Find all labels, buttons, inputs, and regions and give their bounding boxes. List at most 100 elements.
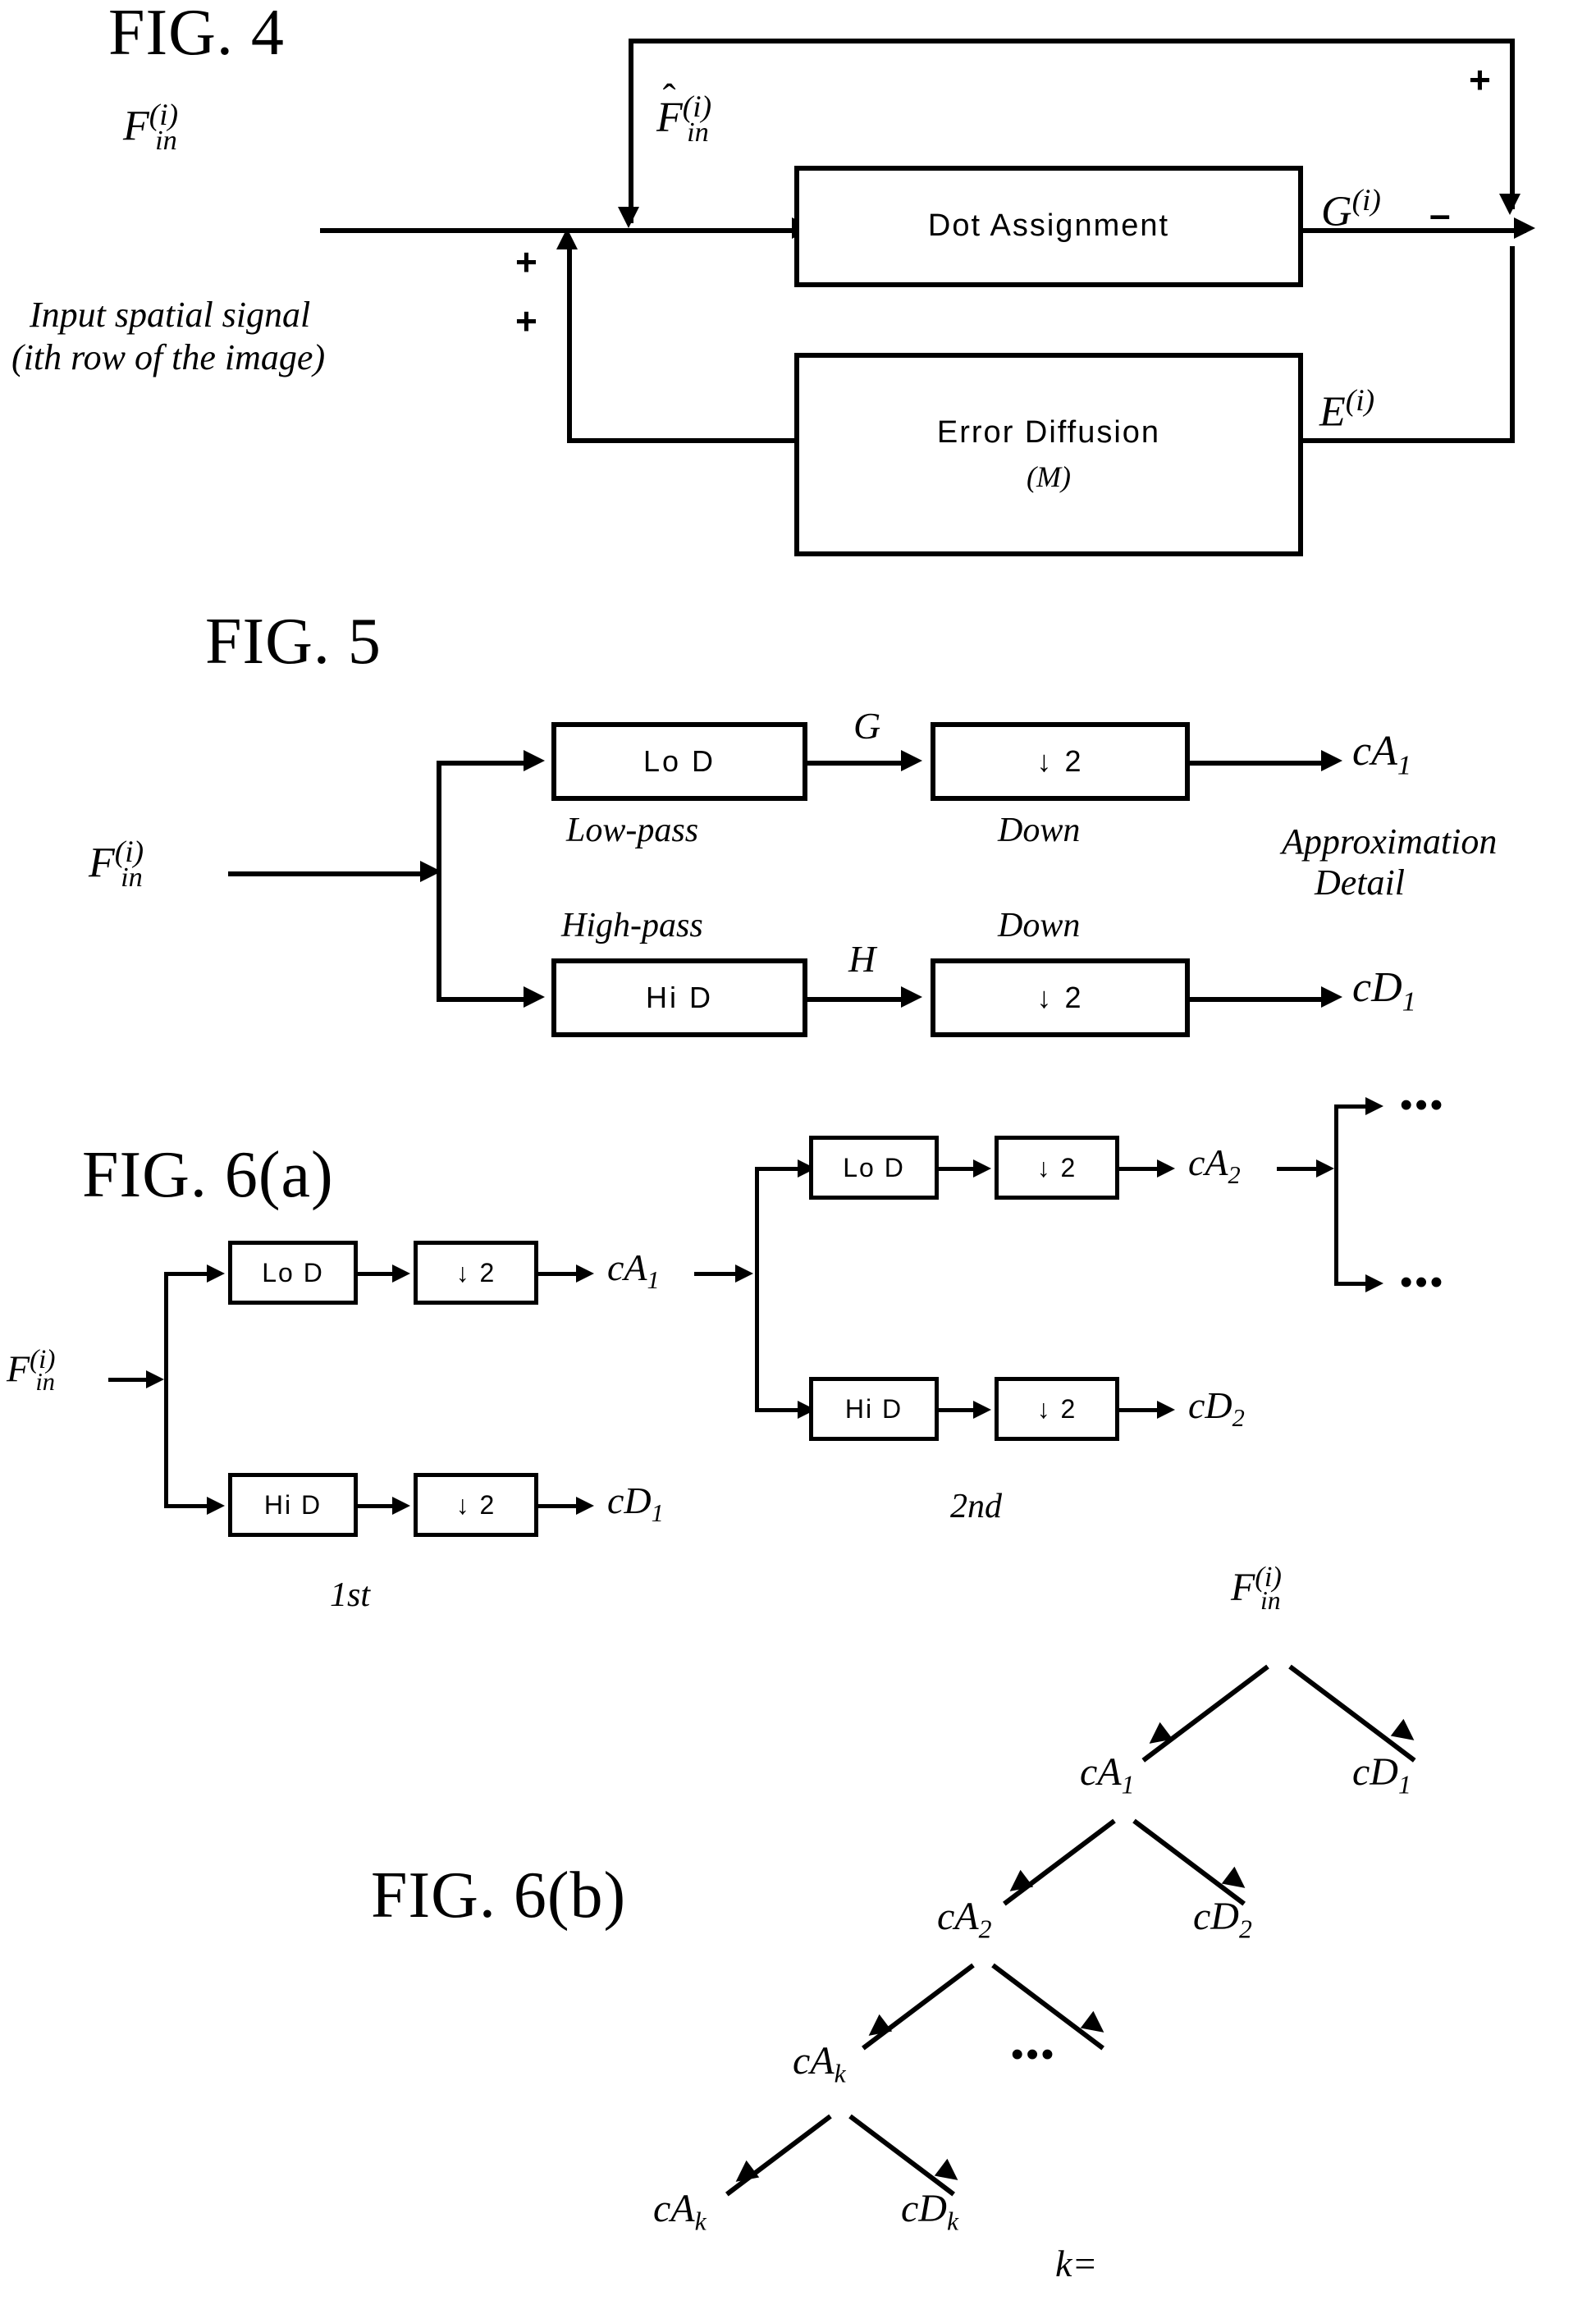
patent-figure-sheet: FIG. 4 F(i)in Input spatial signal (ith … [0,0,1596,2314]
fig5-g-arrowhead [901,750,922,771]
fig6a-s2-lo-down-wire [939,1167,978,1171]
fig6b-ca2-base: cA [937,1895,979,1938]
fig4-plus-sign-top: + [1469,58,1491,101]
fig6b-cd2-sub: 2 [1238,1914,1252,1944]
fig4-g-base: G [1321,188,1352,236]
fig6b-level-ellipsis: ••• [1011,2034,1057,2074]
fig6b-cak-parent-base: cA [793,2039,835,2083]
fig6b-node-ca2: cA2 [937,1897,991,1942]
fig6a-s1-lo-d-box: Lo D [228,1241,358,1305]
fig5-cd1-arrowhead [1321,986,1342,1008]
fig6a-input-wire [108,1378,151,1382]
fig6a-s2-lo-down-box: ↓ 2 [995,1136,1119,1200]
fig4-e-return-vertical-wire [1510,246,1515,443]
fig6b-node-cak-parent: cAk [793,2042,846,2087]
fig6a-title: FIG. 6(a) [82,1139,334,1211]
fig6a-s2-ca2-sub: 2 [1228,1161,1241,1190]
fig4-caption-line1: Input spatial signal [30,295,311,335]
fig5-down-box-top-label: ↓ 2 [1036,744,1084,778]
fig6a-s2-hi-d-label: Hi D [844,1393,903,1424]
fig5-ca1-base: cA [1352,728,1397,775]
fig6b-cd1-sub: 1 [1397,1770,1411,1800]
fig5-split-bus [437,763,441,1001]
fig4-error-diffusion-box: Error Diffusion (M) [794,353,1303,556]
fig5-hi-branch-arrowhead [524,986,545,1008]
fig6a-s2-hi-down-arrowhead [973,1401,991,1419]
fig6b-root-label: F(i)in [1231,1563,1282,1613]
fig6a-ca2-continue-wire [1277,1167,1321,1171]
fig6a-s2-cd2-arrowhead [1157,1401,1175,1419]
fig6a-s2-hi-wire [755,1408,803,1412]
fig6a-s1-lo-down-arrowhead [392,1264,410,1283]
fig6a-stage2-split-bus [755,1168,759,1411]
fig6a-input-label: F(i)in [7,1346,55,1394]
fig6a-input-base: F [7,1347,30,1390]
fig6a-s2-cd2-sub: 2 [1232,1404,1245,1433]
fig5-down-box-top: ↓ 2 [931,722,1190,801]
fig6b-node-cd2: cD2 [1193,1897,1252,1942]
fig6b-edge-root-to-ca1-arrowhead [1142,1722,1173,1753]
fig5-down-box-bottom-label: ↓ 2 [1036,981,1084,1014]
fig6a-s1-hi-d-box: Hi D [228,1473,358,1537]
fig4-g-output-label: G(i) [1321,185,1381,233]
fig4-hat-branch-vertical-wire [629,39,633,223]
fig4-e-output-wire [1303,438,1515,443]
fig4-e-output-label: E(i) [1319,386,1374,433]
fig6a-s1-cd1-wire [538,1504,581,1508]
fig5-cd1-base: cD [1352,964,1402,1011]
fig4-top-feedback-wire [629,39,1515,43]
fig5-cd1-sub: 1 [1402,986,1416,1018]
fig6a-continuation-top-ellipsis: ••• [1400,1085,1446,1125]
fig4-g-sup: (i) [1351,184,1381,217]
fig6a-s1-lo-down-box: ↓ 2 [414,1241,538,1305]
fig6a-stage2-caption: 2nd [950,1488,1002,1525]
fig6b-ca2-sub: 2 [978,1914,992,1944]
fig6a-s1-hi-arrowhead [207,1497,225,1515]
fig6b-cak-leaf-sub: k [694,2207,707,2236]
fig6b-k-annotation: k= [1055,2243,1098,2284]
fig6b-node-cdk-leaf: cDk [901,2189,958,2234]
fig6a-s1-ca1-label: cA1 [607,1249,660,1293]
fig6a-s2-hi-down-label: ↓ 2 [1036,1393,1077,1424]
fig5-down-caption-top: Down [998,812,1081,849]
fig6a-s1-ca1-base: cA [607,1246,647,1288]
fig4-dot-assignment-box: Dot Assignment [794,166,1303,287]
fig6b-cak-parent-sub: k [834,2059,846,2088]
fig6a-s2-lo-down-arrowhead [973,1159,991,1178]
fig6a-continuation-bottom-arrowhead [1365,1274,1383,1292]
fig4-feedback-arrowhead [556,228,578,249]
fig6a-s1-hi-down-label: ↓ 2 [455,1489,496,1520]
fig6b-ca1-sub: 1 [1121,1770,1135,1800]
fig4-plus-sign-2: + [515,300,537,342]
fig6a-s2-ca2-arrowhead [1157,1159,1175,1178]
fig5-input-base: F [89,839,115,887]
fig6a-s1-hi-down-box: ↓ 2 [414,1473,538,1537]
fig4-error-return-wire [567,438,799,443]
fig4-fhat-accent: ˆ [662,76,676,121]
fig6a-s2-ca2-wire [1119,1167,1162,1171]
fig6a-s2-ca2-base: cA [1188,1141,1228,1183]
fig4-fhat-sub: in [687,116,709,148]
fig4-error-diffusion-label: Error Diffusion [936,415,1161,450]
fig6a-input-sub: in [35,1367,55,1396]
fig5-ca1-output-label: cA1 [1352,730,1411,780]
fig6a-s2-cd2-label: cD2 [1188,1387,1245,1431]
fig4-hat-branch-arrowhead [618,207,639,228]
fig6b-root-base: F [1231,1566,1255,1609]
fig6a-s2-hi-down-box: ↓ 2 [995,1377,1119,1441]
fig6a-s2-cd2-wire [1119,1408,1162,1412]
fig5-h-signal-label: H [848,938,876,980]
fig5-lo-d-box: Lo D [551,722,807,801]
fig6b-cd2-base: cD [1193,1895,1239,1938]
fig5-lo-branch-wire [437,761,527,766]
fig4-e-sup: (i) [1345,384,1375,418]
fig6b-node-cak-leaf: cAk [653,2189,707,2234]
fig6b-cdk-leaf-sub: k [946,2207,959,2236]
fig4-error-diffusion-sublabel: (M) [1027,460,1071,493]
fig6a-s2-lo-d-label: Lo D [843,1152,905,1182]
fig6a-s2-hi-d-box: Hi D [809,1377,939,1441]
fig5-lo-d-label: Lo D [643,744,716,778]
fig6b-cdk-leaf-base: cD [901,2187,947,2230]
fig6b-cak-leaf-base: cA [653,2187,695,2230]
fig4-plus-sign-1: + [515,240,537,283]
